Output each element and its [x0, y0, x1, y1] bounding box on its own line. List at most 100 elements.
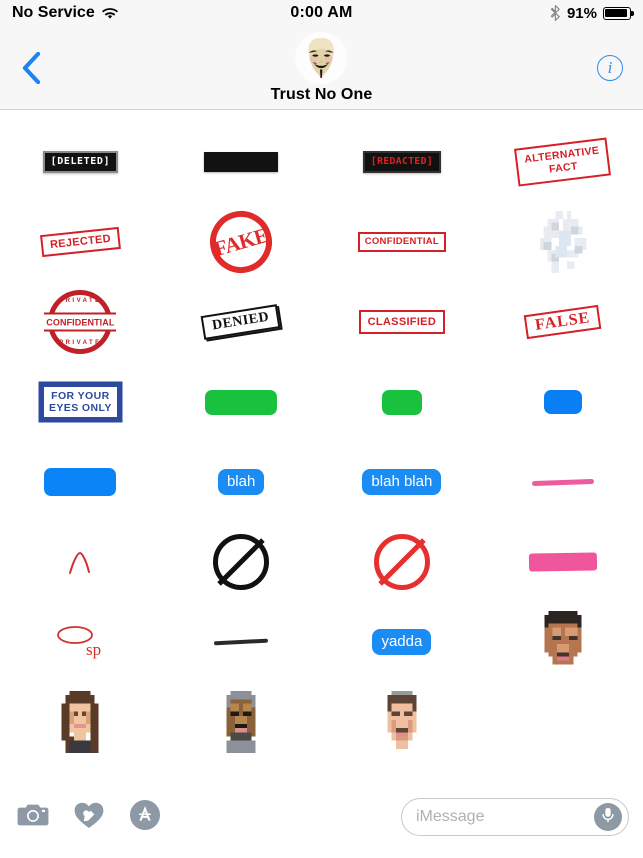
sticker-denied[interactable]: DENIED	[161, 282, 322, 362]
prohibition-sign-red-icon	[373, 534, 430, 590]
pixelated-face-3-shape	[218, 691, 264, 753]
round-stamp-band: CONFIDENTIAL	[44, 312, 117, 332]
round-stamp-arc-bottom: PRIVATE	[59, 340, 102, 346]
status-bar-left: No Service	[12, 4, 118, 22]
green-bar-large-shape	[205, 389, 278, 415]
alternative-fact-stamp: ALTERNATIVE FACT	[514, 137, 612, 187]
spelling-proof-mark-icon: sp	[50, 621, 110, 663]
guy-fawkes-mask-avatar[interactable]	[295, 32, 348, 84]
sticker-green-bar-large[interactable]	[161, 362, 322, 442]
sticker-deleted-label: [DELETED]	[42, 151, 119, 173]
sticker-empty-slot	[482, 682, 643, 762]
eyes-only-line2: EYES ONLY	[49, 402, 112, 414]
sticker-rejected[interactable]: REJECTED	[0, 202, 161, 282]
message-input-placeholder: iMessage	[416, 808, 485, 825]
pixelated-face-4-shape	[379, 691, 425, 753]
sticker-redacted[interactable]: [REDACTED]	[322, 122, 483, 202]
sticker-black-prohibition-sign[interactable]	[161, 522, 322, 602]
sticker-for-your-eyes-only[interactable]: FOR YOUR EYES ONLY	[0, 362, 161, 442]
camera-icon	[17, 802, 49, 833]
sticker-pink-thin-stroke[interactable]	[482, 442, 643, 522]
sticker-row: FOR YOUR EYES ONLY	[0, 362, 643, 442]
sticker-alternative-fact[interactable]: ALTERNATIVE FACT	[482, 122, 643, 202]
heart-stylus-icon	[73, 800, 105, 835]
blah-bubble-label: blah	[217, 468, 265, 496]
sticker-grid: [DELETED] [REDACTED] ALTERNATIVE FACT RE…	[0, 110, 643, 776]
false-stamp-label: FALSE	[523, 304, 602, 340]
classified-stamp-label: CLASSIFIED	[358, 309, 446, 335]
sticker-row	[0, 522, 643, 602]
sticker-pixelated-face-2[interactable]	[0, 682, 161, 762]
message-toolbar: iMessage	[0, 776, 643, 858]
sticker-blue-bar-large[interactable]	[0, 442, 161, 522]
sticker-pixelated-face-1[interactable]	[482, 602, 643, 682]
sticker-pixelated-face-4[interactable]	[322, 682, 483, 762]
sticker-green-bar-small[interactable]	[322, 362, 483, 442]
sticker-confidential-round[interactable]: PRIVATE CONFIDENTIAL PRIVATE	[0, 282, 161, 362]
sticker-row: PRIVATE CONFIDENTIAL PRIVATE DENIED CLAS…	[0, 282, 643, 362]
round-confidential-stamp: PRIVATE CONFIDENTIAL PRIVATE	[44, 290, 117, 354]
digital-touch-button[interactable]	[70, 798, 108, 836]
sticker-confidential-box[interactable]: CONFIDENTIAL	[322, 202, 483, 282]
sticker-red-prohibition-sign[interactable]	[322, 522, 483, 602]
rejected-stamp-label: REJECTED	[39, 226, 121, 258]
wifi-icon	[101, 7, 118, 20]
sticker-row: blah blah blah	[0, 442, 643, 522]
bluetooth-icon	[550, 5, 561, 21]
sticker-row	[0, 682, 643, 762]
pink-highlighter-shape	[528, 552, 597, 572]
sticker-pixel-blur[interactable]	[482, 202, 643, 282]
sticker-row: [DELETED] [REDACTED] ALTERNATIVE FACT	[0, 122, 643, 202]
navigation-bar: Trust No One i	[0, 26, 643, 110]
conversation-header[interactable]: Trust No One	[271, 32, 373, 104]
prohibition-sign-black-icon	[213, 534, 270, 590]
chevron-left-icon	[22, 51, 41, 84]
sticker-row: REJECTED FAKE CONFIDENTIAL	[0, 202, 643, 282]
eyes-only-stamp: FOR YOUR EYES ONLY	[42, 384, 119, 420]
confidential-box-label: CONFIDENTIAL	[357, 231, 447, 253]
yadda-bubble-label: yadda	[372, 628, 432, 656]
blue-bar-large-shape	[44, 468, 117, 496]
sticker-blah-bubble[interactable]: blah	[161, 442, 322, 522]
denied-stamp-label: DENIED	[201, 304, 282, 340]
black-bar-shape	[204, 152, 279, 172]
info-icon[interactable]: i	[597, 54, 623, 81]
fake-stamp-label: FAKE	[202, 203, 280, 281]
caret-mark-icon	[66, 549, 94, 575]
sticker-yadda-bubble[interactable]: yadda	[322, 602, 483, 682]
sticker-black-strikethrough[interactable]	[161, 602, 322, 682]
sticker-false[interactable]: FALSE	[482, 282, 643, 362]
green-bar-small-shape	[381, 389, 422, 415]
sticker-red-caret-mark[interactable]	[0, 522, 161, 602]
pixelated-face-2-shape	[57, 691, 103, 753]
alt-fact-line2: FACT	[548, 160, 579, 176]
sticker-spelling-mark[interactable]: sp	[0, 602, 161, 682]
pixelated-face-1-shape	[540, 611, 586, 673]
pink-thin-stroke-shape	[531, 478, 594, 486]
message-input-field[interactable]: iMessage	[401, 798, 629, 836]
sticker-blue-bar-small[interactable]	[482, 362, 643, 442]
sticker-pink-highlighter-block[interactable]	[482, 522, 643, 602]
sticker-black-bar[interactable]	[161, 122, 322, 202]
sticker-deleted[interactable]: [DELETED]	[0, 122, 161, 202]
sticker-fake[interactable]: FAKE	[161, 202, 322, 282]
sticker-pixelated-face-3[interactable]	[161, 682, 322, 762]
battery-percent-label: 91%	[566, 4, 597, 22]
round-stamp-arc-top: PRIVATE	[59, 298, 102, 304]
pixelated-blur-shape	[535, 211, 591, 273]
strikethrough-line-shape	[214, 638, 269, 646]
app-store-icon	[129, 799, 161, 836]
blue-bar-small-shape	[543, 390, 582, 414]
sticker-classified[interactable]: CLASSIFIED	[322, 282, 483, 362]
carrier-label: No Service	[12, 4, 95, 21]
sticker-blah-blah-bubble[interactable]: blah blah	[322, 442, 483, 522]
app-store-button[interactable]	[126, 798, 164, 836]
camera-button[interactable]	[14, 798, 52, 836]
sticker-redacted-label: [REDACTED]	[362, 151, 441, 173]
status-bar-right: 91%	[550, 4, 634, 22]
microphone-button[interactable]	[594, 803, 622, 831]
back-button[interactable]	[14, 48, 48, 88]
blah-blah-bubble-label: blah blah	[362, 468, 442, 496]
microphone-icon	[600, 806, 616, 829]
battery-icon	[603, 6, 634, 20]
